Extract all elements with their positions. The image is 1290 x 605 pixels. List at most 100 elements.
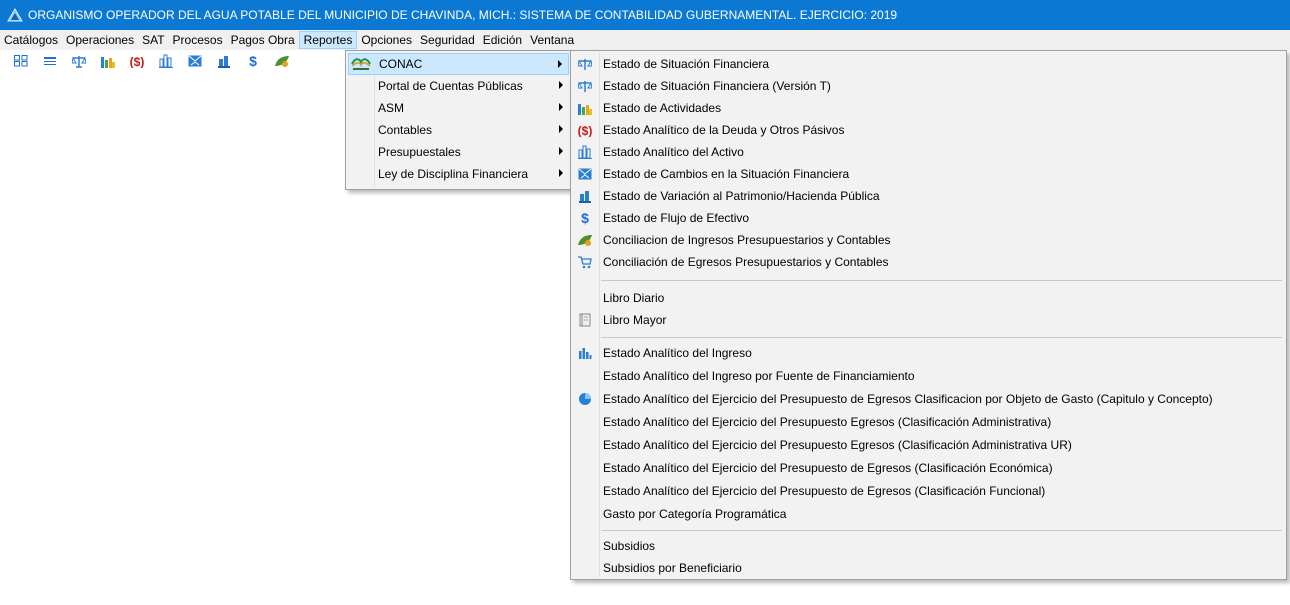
svg-text:$: $ (249, 54, 257, 68)
building-chart-icon[interactable] (155, 51, 177, 71)
menu-item-label: Estado Analítico del Ejercicio del Presu… (603, 461, 1053, 475)
menu-item-label: Estado Analítico del Ingreso por Fuente … (603, 369, 915, 383)
bar-chart-icon (573, 97, 597, 119)
menu-reportes[interactable]: Reportes (298, 31, 358, 49)
menu-item-subsidios[interactable]: Subsidios (573, 535, 1284, 557)
menu-item-label: Estado Analítico del Ingreso (603, 346, 752, 360)
menu-item-label: Estado de Variación al Patrimonio/Hacien… (603, 189, 880, 203)
menu-item-cambios-situacion[interactable]: Estado de Cambios en la Situación Financ… (573, 163, 1284, 185)
menu-item-label: Subsidios por Beneficiario (603, 561, 742, 575)
menu-item-variacion-patrimonio[interactable]: Estado de Variación al Patrimonio/Hacien… (573, 185, 1284, 207)
bar-chart-icon[interactable] (97, 51, 119, 71)
menu-item-flujo-efectivo[interactable]: $ Estado de Flujo de Efectivo (573, 207, 1284, 229)
menu-item-label: Contables (378, 123, 433, 137)
reportes-dropdown: CONAC Portal de Cuentas Públicas ASM Con… (345, 50, 572, 190)
menu-item-ingreso-fuente-financiamiento[interactable]: Estado Analítico del Ingreso por Fuente … (573, 365, 1284, 387)
menu-item-label: ASM (378, 101, 405, 115)
menu-item-contables[interactable]: Contables (348, 119, 569, 141)
menu-separator (601, 280, 1282, 281)
svg-text:($): ($) (130, 55, 145, 68)
menu-item-label: Presupuestales (378, 145, 461, 159)
submenu-arrow-icon (559, 103, 563, 111)
menu-item-portal-cuentas-publicas[interactable]: Portal de Cuentas Públicas (348, 75, 569, 97)
title-bar: ORGANISMO OPERADOR DEL AGUA POTABLE DEL … (0, 0, 1290, 30)
menu-item-label: Estado de Situación Financiera (Versión … (603, 79, 831, 93)
menu-item-egresos-administrativa-ur[interactable]: Estado Analítico del Ejercicio del Presu… (573, 434, 1284, 456)
menu-item-ley-disciplina-financiera[interactable]: Ley de Disciplina Financiera (348, 163, 569, 185)
conac-logo-icon (349, 53, 373, 75)
menu-item-libro-mayor[interactable]: Libro Mayor (573, 309, 1284, 331)
menu-item-conciliacion-ingresos[interactable]: Conciliacion de Ingresos Presupuestarios… (573, 229, 1284, 251)
menu-item-conciliacion-egresos[interactable]: Conciliación de Egresos Presupuestarios … (573, 251, 1284, 273)
menu-pagos-obra[interactable]: Pagos Obra (227, 31, 299, 49)
menu-item-analitico-activo[interactable]: Estado Analítico del Activo (573, 141, 1284, 163)
menu-item-analitico-deuda[interactable]: ($) Estado Analítico de la Deuda y Otros… (573, 119, 1284, 141)
menu-opciones[interactable]: Opciones (357, 31, 416, 49)
menu-item-label: Estado Analítico del Ejercicio del Presu… (603, 392, 1213, 406)
menu-item-situacion-financiera-t[interactable]: Estado de Situación Financiera (Versión … (573, 75, 1284, 97)
envelope-icon[interactable] (184, 51, 206, 71)
balance-icon (573, 53, 597, 75)
leaf-money-icon (573, 229, 597, 251)
menu-item-label: Subsidios (603, 539, 656, 553)
menu-item-label: Ley de Disciplina Financiera (378, 167, 529, 181)
grid-icon[interactable] (10, 51, 32, 71)
menu-item-label: Conciliación de Egresos Presupuestarios … (603, 255, 889, 269)
pie-chart-icon (573, 388, 597, 410)
menu-item-egresos-funcional[interactable]: Estado Analítico del Ejercicio del Presu… (573, 480, 1284, 502)
list-icon[interactable] (39, 51, 61, 71)
menu-item-label: Conciliacion de Ingresos Presupuestarios… (603, 233, 891, 247)
balance-icon[interactable] (68, 51, 90, 71)
envelope-icon (573, 163, 597, 185)
menu-seguridad[interactable]: Seguridad (416, 31, 479, 49)
menu-procesos[interactable]: Procesos (169, 31, 227, 49)
columns-chart-icon (573, 342, 597, 364)
menu-item-subsidios-beneficiario[interactable]: Subsidios por Beneficiario (573, 557, 1284, 579)
book-icon (573, 309, 597, 331)
menu-sat[interactable]: SAT (138, 31, 168, 49)
menu-operaciones[interactable]: Operaciones (62, 31, 138, 49)
leaf-money-icon[interactable] (271, 51, 293, 71)
menu-item-gasto-categoria-programatica[interactable]: Gasto por Categoría Programática (573, 503, 1284, 525)
menu-item-egresos-economica[interactable]: Estado Analítico del Ejercicio del Presu… (573, 457, 1284, 479)
menu-catalogos[interactable]: Catálogos (0, 31, 62, 49)
menu-edicion[interactable]: Edición (479, 31, 526, 49)
menu-item-label: Gasto por Categoría Programática (603, 507, 787, 521)
balance-icon (573, 75, 597, 97)
dollar-icon[interactable]: $ (242, 51, 264, 71)
menu-item-label: Estado de Cambios en la Situación Financ… (603, 167, 850, 181)
menu-item-situacion-financiera[interactable]: Estado de Situación Financiera (573, 53, 1284, 75)
menu-item-label: Estado Analítico del Ejercicio del Presu… (603, 415, 1052, 429)
menu-item-libro-diario[interactable]: Libro Diario (573, 287, 1284, 309)
triangle-logo-icon[interactable] (4, 4, 26, 26)
submenu-arrow-icon (558, 60, 562, 68)
menu-item-label: Estado Analítico del Ejercicio del Presu… (603, 438, 1072, 452)
submenu-arrow-icon (559, 81, 563, 89)
submenu-arrow-icon (559, 147, 563, 155)
svg-text:($): ($) (578, 124, 593, 137)
menu-item-egresos-objeto-gasto[interactable]: Estado Analítico del Ejercicio del Presu… (573, 388, 1284, 410)
menu-separator (601, 337, 1282, 338)
menu-item-asm[interactable]: ASM (348, 97, 569, 119)
menu-item-label: Estado Analítico del Activo (603, 145, 744, 159)
dollar-parentheses-icon[interactable]: ($) (126, 51, 148, 71)
menu-item-label: Estado Analítico del Ejercicio del Presu… (603, 484, 1046, 498)
hand-money-icon[interactable] (213, 51, 235, 71)
menu-bar: Catálogos Operaciones SAT Procesos Pagos… (0, 30, 1290, 50)
menu-item-label: Estado de Actividades (603, 101, 722, 115)
building-chart-icon (573, 141, 597, 163)
window-title: ORGANISMO OPERADOR DEL AGUA POTABLE DEL … (28, 8, 898, 22)
menu-item-presupuestales[interactable]: Presupuestales (348, 141, 569, 163)
menu-item-actividades[interactable]: Estado de Actividades (573, 97, 1284, 119)
menu-item-label: Libro Mayor (603, 313, 667, 327)
hand-money-icon (573, 185, 597, 207)
svg-text:$: $ (581, 211, 589, 225)
menu-item-label: Estado de Situación Financiera (603, 57, 770, 71)
menu-item-egresos-administrativa[interactable]: Estado Analítico del Ejercicio del Presu… (573, 411, 1284, 433)
menu-item-conac[interactable]: CONAC (348, 53, 569, 75)
menu-item-label: Libro Diario (603, 291, 665, 305)
menu-ventana[interactable]: Ventana (526, 31, 578, 49)
menu-item-label: Estado de Flujo de Efectivo (603, 211, 750, 225)
menu-item-label: Portal de Cuentas Públicas (378, 79, 523, 93)
menu-item-analitico-ingreso[interactable]: Estado Analítico del Ingreso (573, 342, 1284, 364)
